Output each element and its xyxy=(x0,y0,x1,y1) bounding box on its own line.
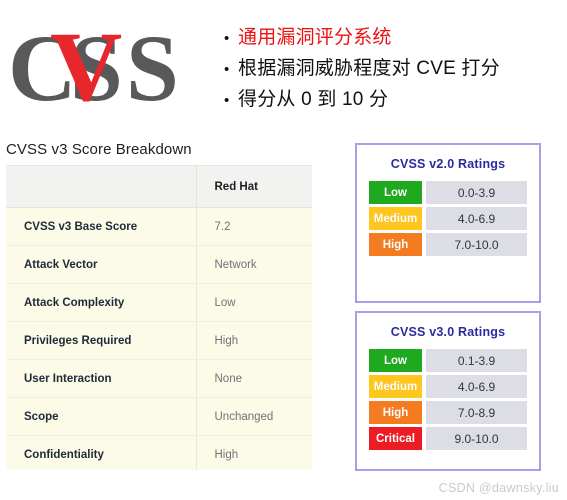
row-value: High xyxy=(196,435,312,470)
score-range: 4.0-6.9 xyxy=(426,375,527,398)
table-row: Scope Unchanged xyxy=(6,397,312,436)
score-range: 0.1-3.9 xyxy=(426,349,527,372)
list-item: • 根据漏洞威胁程度对 CVE 打分 xyxy=(224,55,559,84)
row-value: High xyxy=(196,321,312,360)
row-label: Attack Complexity xyxy=(6,283,197,322)
score-range: 7.0-8.9 xyxy=(426,401,527,424)
watermark: CSDN @dawnsky.liu xyxy=(438,481,559,495)
rating-row: Critical 9.0-10.0 xyxy=(369,427,527,450)
table-header-row: Red Hat xyxy=(6,165,312,208)
score-range: 7.0-10.0 xyxy=(426,233,527,256)
bullet-list: • 通用漏洞评分系统 • 根据漏洞威胁程度对 CVE 打分 • 得分从 0 到 … xyxy=(224,24,559,117)
list-item: • 得分从 0 到 10 分 xyxy=(224,86,559,115)
list-item: • 通用漏洞评分系统 xyxy=(224,24,559,53)
severity-badge: Medium xyxy=(369,375,422,398)
cvss-v2-ratings-panel: CVSS v2.0 Ratings Low 0.0-3.9 Medium 4.0… xyxy=(355,143,541,303)
table-row: Attack Vector Network xyxy=(6,245,312,284)
rating-row: High 7.0-8.9 xyxy=(369,401,527,424)
page-title: CVSS v3 Score Breakdown xyxy=(6,141,192,158)
severity-badge: Critical xyxy=(369,427,422,450)
panel-title: CVSS v2.0 Ratings xyxy=(390,157,506,171)
row-value: Unchanged xyxy=(196,397,312,436)
cvss-score-table: Red Hat CVSS v3 Base Score 7.2 Attack Ve… xyxy=(6,165,312,470)
bullet-marker-icon: • xyxy=(224,30,230,47)
row-value: Low xyxy=(196,283,312,322)
rating-row: Low 0.0-3.9 xyxy=(369,181,527,204)
row-label: Scope xyxy=(6,397,197,436)
logo-letter-v: V xyxy=(50,16,122,121)
panel-title: CVSS v3.0 Ratings xyxy=(390,325,506,339)
severity-badge: Medium xyxy=(369,207,422,230)
cvss-v3-ratings-panel: CVSS v3.0 Ratings Low 0.1-3.9 Medium 4.0… xyxy=(355,311,541,471)
severity-badge: High xyxy=(369,233,422,256)
bullet-marker-icon: • xyxy=(224,92,230,109)
rating-row-group: Low 0.1-3.9 Medium 4.0-6.9 High 7.0-8.9 … xyxy=(357,349,539,450)
table-row: User Interaction None xyxy=(6,359,312,398)
table-row: Confidentiality High xyxy=(6,435,312,470)
bullet-marker-icon: • xyxy=(224,61,230,78)
table-row: Attack Complexity Low xyxy=(6,283,312,322)
cvss-logo: C S S V xyxy=(12,16,202,121)
rating-row: Medium 4.0-6.9 xyxy=(369,375,527,398)
row-label: User Interaction xyxy=(6,359,197,398)
severity-badge: Low xyxy=(369,181,422,204)
row-label: CVSS v3 Base Score xyxy=(6,207,197,246)
rating-row: High 7.0-10.0 xyxy=(369,233,527,256)
row-value: Network xyxy=(196,245,312,284)
rating-row: Low 0.1-3.9 xyxy=(369,349,527,372)
score-range: 9.0-10.0 xyxy=(426,427,527,450)
score-range: 4.0-6.9 xyxy=(426,207,527,230)
table-header-vendor: Red Hat xyxy=(196,165,312,208)
score-range: 0.0-3.9 xyxy=(426,181,527,204)
bullet-text-1: 通用漏洞评分系统 xyxy=(238,27,392,48)
row-value: 7.2 xyxy=(196,207,312,246)
row-label: Attack Vector xyxy=(6,245,197,284)
row-value: None xyxy=(196,359,312,398)
table-row: Privileges Required High xyxy=(6,321,312,360)
logo-letter-s2: S xyxy=(126,16,179,121)
severity-badge: Low xyxy=(369,349,422,372)
table-row: CVSS v3 Base Score 7.2 xyxy=(6,207,312,246)
score-table-container: Red Hat CVSS v3 Base Score 7.2 Attack Ve… xyxy=(6,165,312,470)
row-label: Privileges Required xyxy=(6,321,197,360)
table-header-blank xyxy=(6,165,197,208)
row-label: Confidentiality xyxy=(6,435,197,470)
severity-badge: High xyxy=(369,401,422,424)
rating-row: Medium 4.0-6.9 xyxy=(369,207,527,230)
bullet-text-2: 根据漏洞威胁程度对 CVE 打分 xyxy=(238,58,500,79)
rating-row-group: Low 0.0-3.9 Medium 4.0-6.9 High 7.0-10.0 xyxy=(357,181,539,256)
bullet-text-3: 得分从 0 到 10 分 xyxy=(238,89,389,110)
